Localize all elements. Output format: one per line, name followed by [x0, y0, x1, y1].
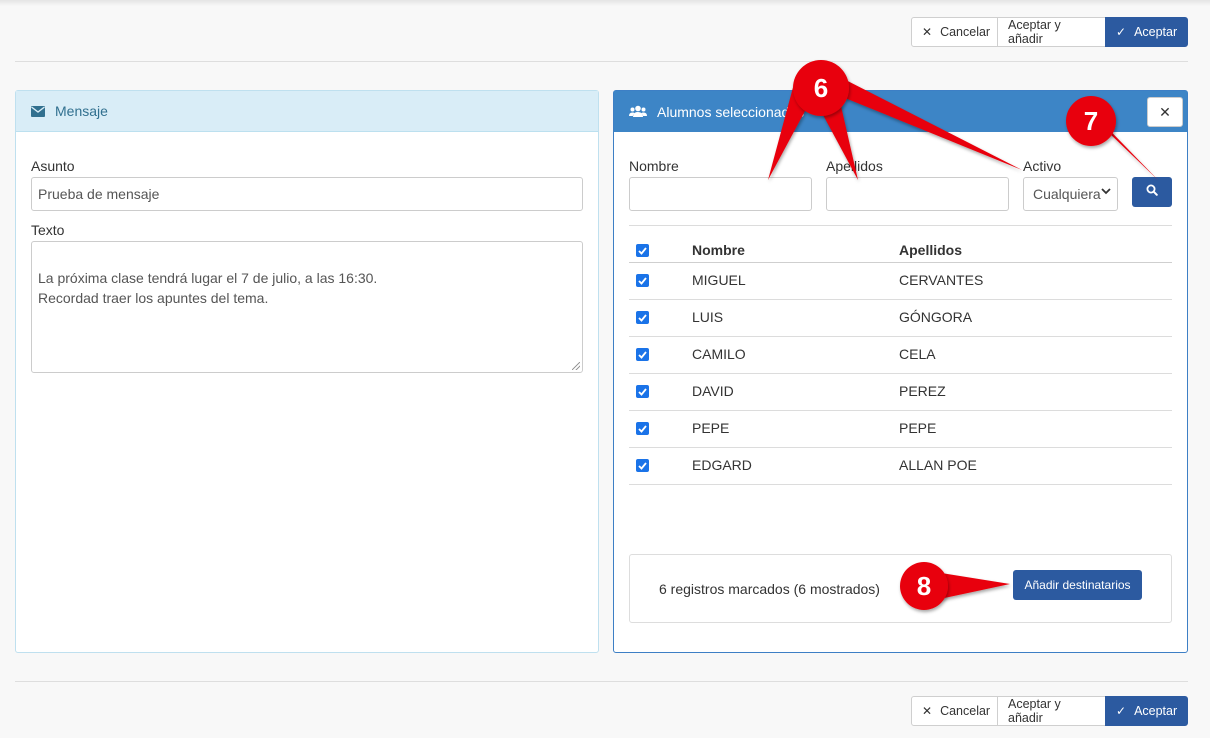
- callout-8-label: 8: [917, 571, 931, 601]
- callout-6-label: 6: [814, 73, 828, 103]
- callout-7-label: 7: [1084, 106, 1098, 136]
- annotation-overlay: 6 7 8: [768, 60, 1158, 610]
